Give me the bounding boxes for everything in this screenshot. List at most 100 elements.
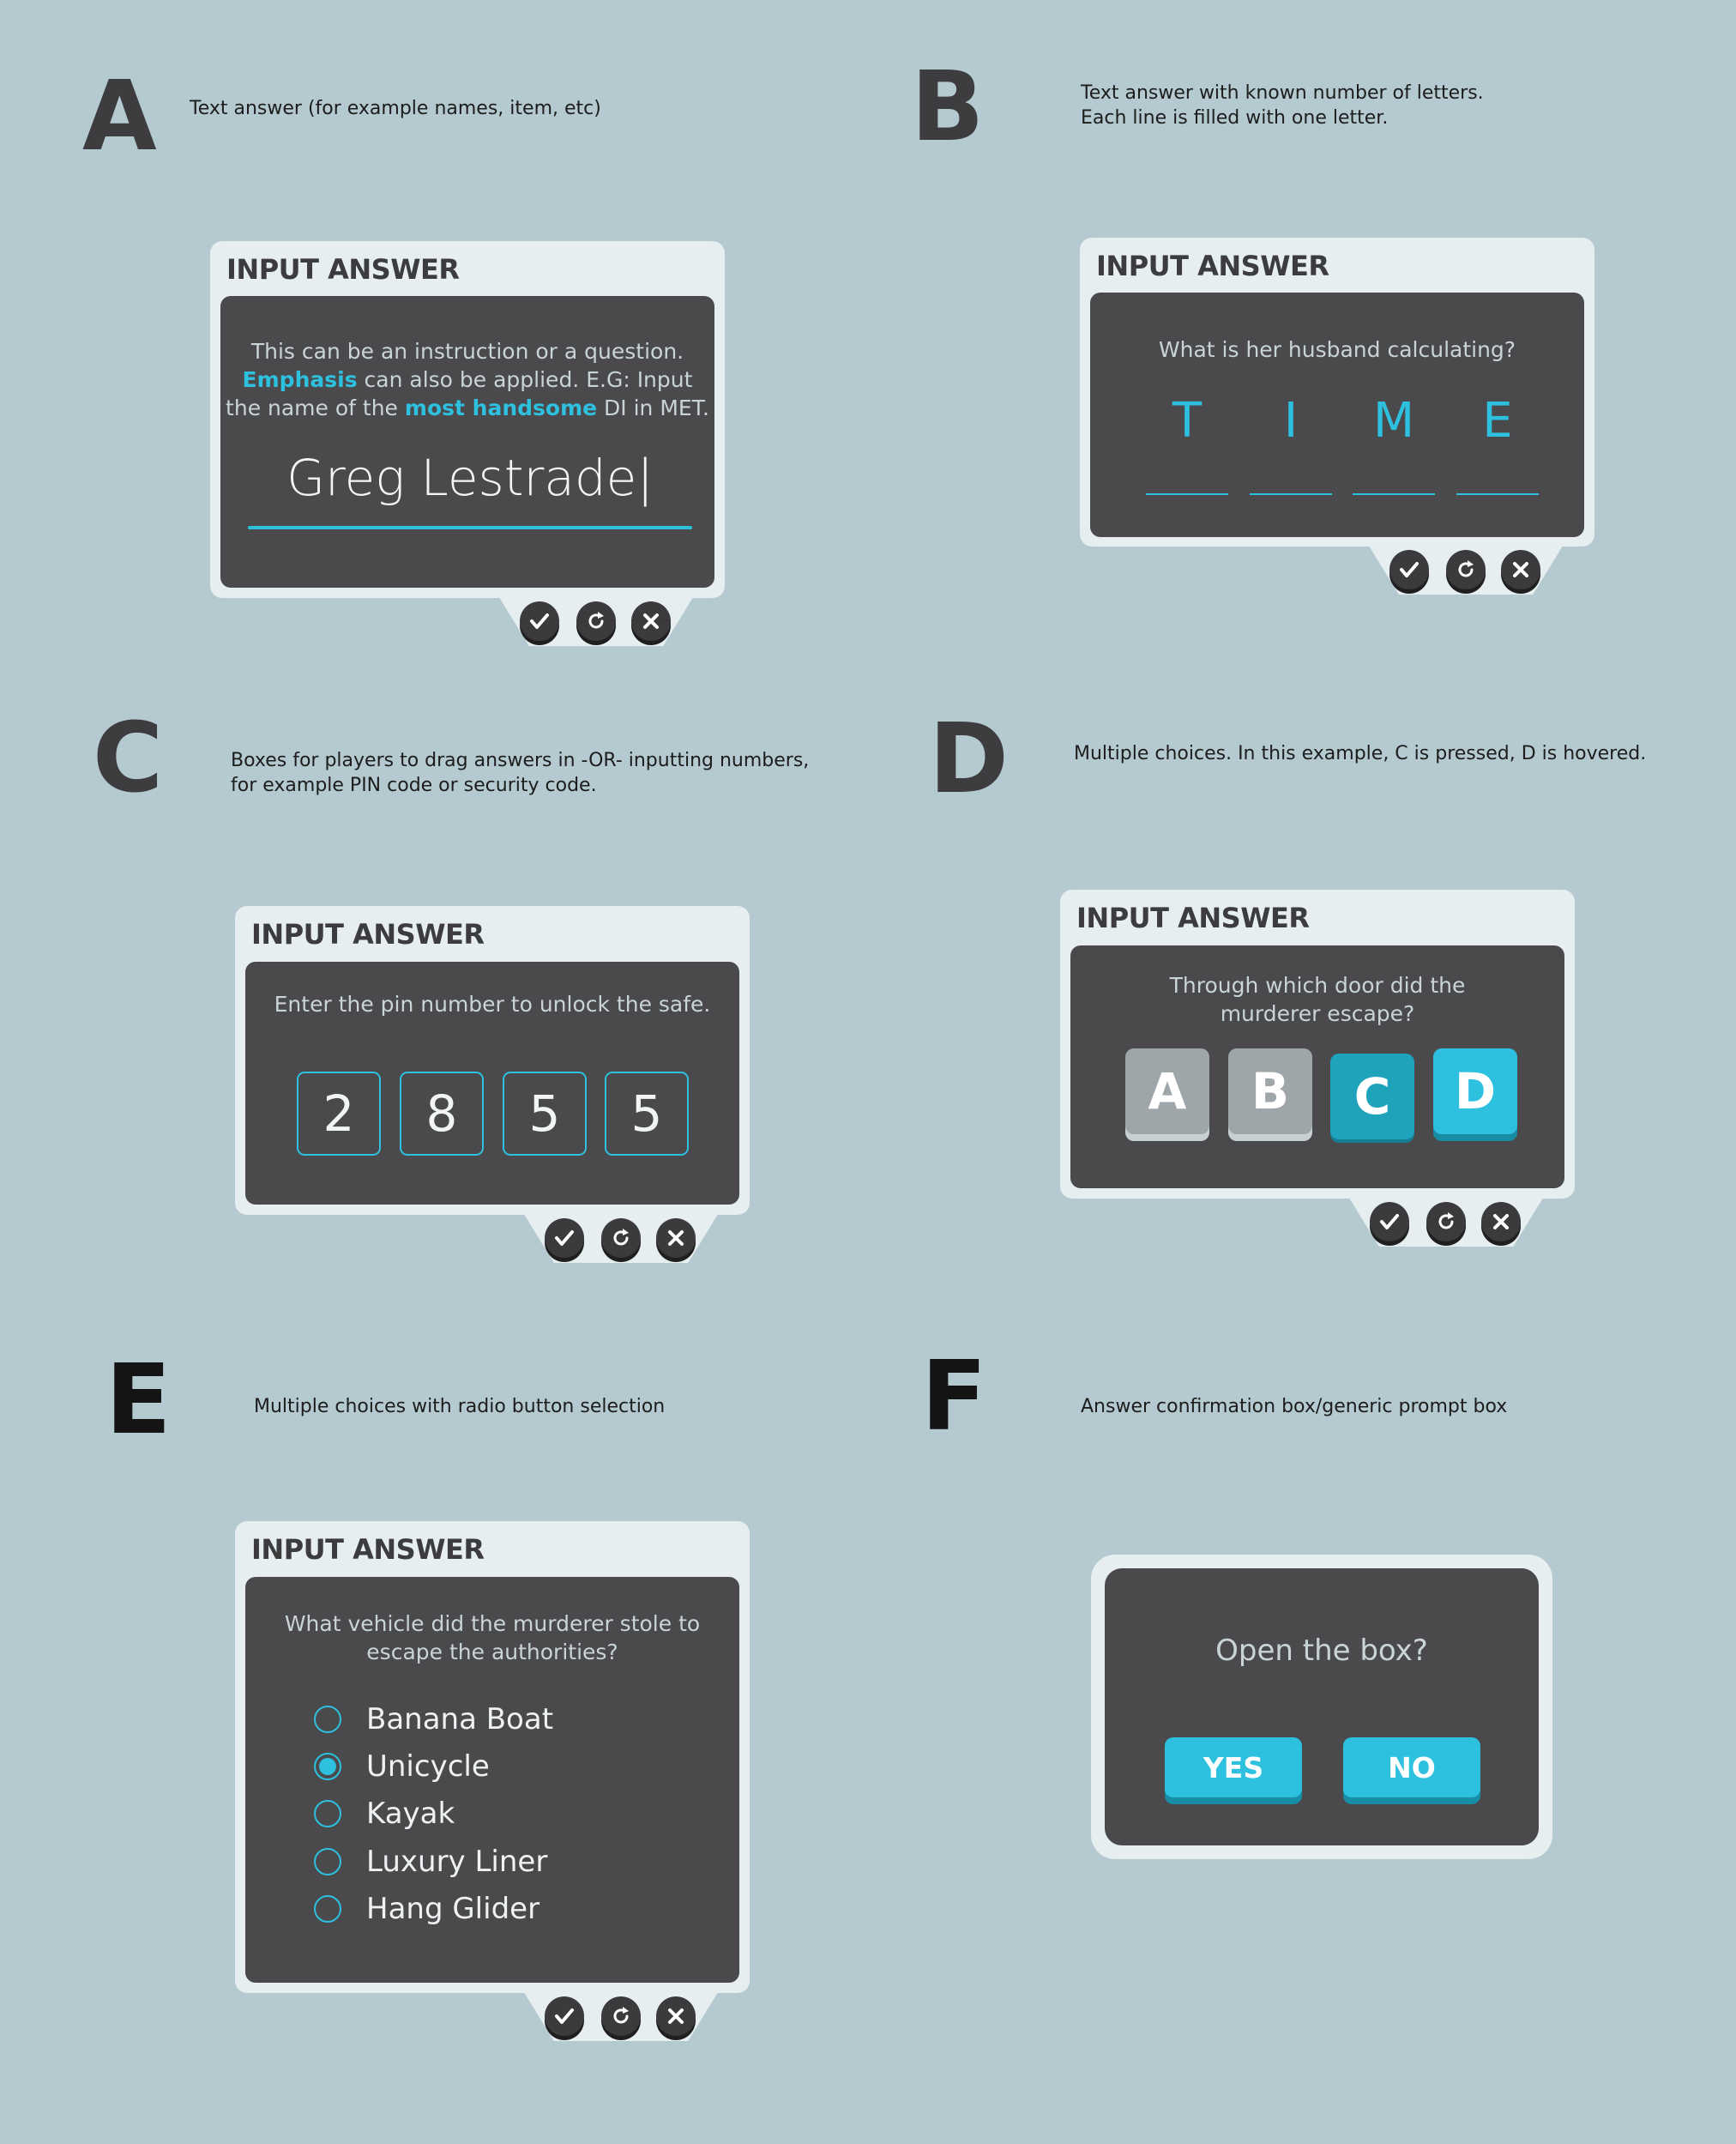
confirm-button[interactable] [1370, 1202, 1409, 1241]
radio-label: Kayak [366, 1797, 455, 1831]
section-letter-e: E [105, 1344, 172, 1456]
check-icon [555, 1230, 574, 1246]
radio-option-selected[interactable]: Unicycle [314, 1749, 490, 1784]
dialog-screen: Open the box? YES NO [1105, 1568, 1539, 1845]
pin-digit-box[interactable]: 8 [400, 1072, 484, 1156]
panel-screen: This can be an instruction or a question… [220, 296, 714, 588]
radio-option[interactable]: Banana Boat [314, 1702, 553, 1736]
check-icon [530, 613, 549, 629]
pin-digit-box[interactable]: 2 [297, 1072, 381, 1156]
emphasis-text: Emphasis [242, 367, 358, 392]
close-icon [668, 2008, 684, 2024]
letter-slot[interactable]: I [1250, 393, 1332, 449]
close-button[interactable] [631, 601, 671, 641]
radio-button-checked[interactable] [314, 1753, 341, 1780]
choice-button-a[interactable]: A [1125, 1048, 1209, 1134]
radio-option[interactable]: Hang Glider [314, 1892, 539, 1926]
panel-title: INPUT ANSWER [251, 1533, 485, 1566]
refresh-icon [1438, 1212, 1454, 1229]
panel-screen: Through which door did the murderer esca… [1070, 945, 1564, 1188]
confirm-button[interactable] [520, 601, 559, 641]
refresh-icon [588, 612, 604, 629]
prompt-line-1: This can be an instruction or a question… [250, 339, 684, 364]
section-letter-c: C [93, 703, 164, 814]
check-icon [1380, 1214, 1399, 1229]
reset-button[interactable] [1426, 1202, 1466, 1241]
close-icon [668, 1230, 684, 1246]
prompt-line-2: escape the authorities? [366, 1640, 618, 1664]
close-button[interactable] [1481, 1202, 1521, 1241]
radio-dot [319, 1758, 336, 1775]
panel-screen: What vehicle did the murderer stole to e… [245, 1577, 739, 1983]
letter-slot[interactable]: T [1146, 393, 1228, 449]
radio-label: Hang Glider [366, 1892, 540, 1926]
pin-digit-box[interactable]: 5 [503, 1072, 587, 1156]
radio-button[interactable] [314, 1706, 341, 1733]
prompt-text: the name of the [226, 396, 405, 420]
question-prompt: Through which door did the murderer esca… [1070, 971, 1564, 1028]
radio-label: Luxury Liner [366, 1845, 548, 1879]
panel-screen: What is her husband calculating? T I M E [1090, 293, 1584, 537]
letter-slot[interactable]: M [1353, 393, 1435, 449]
input-answer-panel-c: INPUT ANSWER Enter the pin number to unl… [235, 906, 750, 1215]
dialog-prompt: Open the box? [1215, 1634, 1428, 1668]
panel-title: INPUT ANSWER [1076, 902, 1310, 934]
panel-screen: Enter the pin number to unlock the safe.… [245, 962, 739, 1205]
reset-button[interactable] [601, 1218, 641, 1258]
radio-option[interactable]: Luxury Liner [314, 1845, 547, 1879]
radio-label: Banana Boat [366, 1702, 554, 1736]
input-underline [248, 526, 692, 529]
control-tray [497, 595, 695, 646]
choice-button-b[interactable]: B [1228, 1048, 1312, 1134]
section-description-a: Text answer (for example names, item, et… [190, 98, 601, 119]
check-icon [555, 2008, 574, 2024]
confirm-button[interactable] [545, 1218, 584, 1258]
emphasis-text: most handsome [404, 396, 598, 420]
confirm-button[interactable] [1389, 550, 1429, 589]
question-prompt: This can be an instruction or a question… [220, 337, 714, 422]
prompt-line-2: murderer escape? [1220, 1001, 1415, 1026]
prompt-text: DI in MET. [597, 396, 709, 420]
section-letter-b: B [911, 51, 985, 163]
panel-title: INPUT ANSWER [251, 918, 485, 951]
close-button[interactable] [1501, 550, 1540, 589]
reset-button[interactable] [576, 601, 616, 641]
yes-button[interactable]: YES [1165, 1737, 1302, 1797]
control-tray [1347, 1195, 1545, 1247]
section-letter-f: F [921, 1341, 987, 1452]
section-letter-d: D [929, 704, 1009, 815]
section-letter-a: A [82, 61, 157, 172]
question-prompt: Enter the pin number to unlock the safe. [274, 992, 711, 1017]
close-button[interactable] [656, 1218, 696, 1258]
pin-digit-box[interactable]: 5 [605, 1072, 689, 1156]
radio-option[interactable]: Kayak [314, 1797, 455, 1831]
choice-button-c-pressed[interactable]: C [1330, 1054, 1414, 1139]
answer-text-input[interactable]: Greg Lestrade| [248, 449, 692, 507]
refresh-icon [1458, 560, 1474, 577]
confirm-button[interactable] [545, 1996, 584, 2036]
letter-slot[interactable]: E [1456, 393, 1539, 449]
no-button[interactable]: NO [1343, 1737, 1480, 1797]
reset-button[interactable] [1446, 550, 1486, 589]
check-icon [1400, 562, 1419, 577]
prompt-line-2: Emphasis can also be applied. E.G: Input [220, 365, 714, 394]
radio-label: Unicycle [366, 1749, 490, 1784]
prompt-dialog: Open the box? YES NO [1091, 1555, 1552, 1859]
choice-button-d-hovered[interactable]: D [1433, 1048, 1517, 1134]
reset-button[interactable] [601, 1996, 641, 2036]
radio-button[interactable] [314, 1895, 341, 1923]
radio-button[interactable] [314, 1800, 341, 1827]
prompt-line-1: Through which door did the [1169, 973, 1466, 998]
radio-button[interactable] [314, 1848, 341, 1875]
question-prompt: What is her husband calculating? [1158, 337, 1516, 362]
letter-underline [1456, 493, 1539, 495]
close-button[interactable] [656, 1996, 696, 2036]
section-description-b: Text answer with known number of letters… [1081, 82, 1484, 129]
input-answer-panel-e: INPUT ANSWER What vehicle did the murder… [235, 1521, 750, 1993]
section-description-f: Answer confirmation box/generic prompt b… [1081, 1396, 1508, 1417]
question-prompt: What vehicle did the murderer stole to e… [245, 1610, 739, 1666]
control-tray [1367, 543, 1564, 595]
prompt-line-1: What vehicle did the murderer stole to [284, 1611, 701, 1636]
close-icon [643, 613, 659, 629]
section-description-e: Multiple choices with radio button selec… [254, 1396, 666, 1417]
